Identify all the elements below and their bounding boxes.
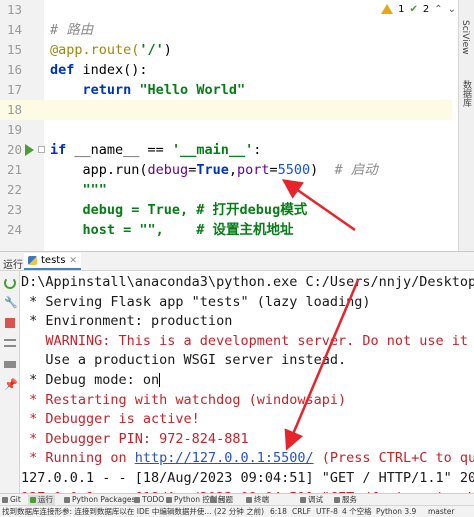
code-text: app.run(debug=True,port=5500) # 启动 xyxy=(50,162,378,178)
package-icon xyxy=(64,497,70,503)
console-line: * Serving Flask app "tests" (lazy loadin… xyxy=(21,293,371,310)
tool-tab-todo[interactable]: TODO xyxy=(134,495,164,505)
tab-database[interactable]: 数据库 xyxy=(460,80,473,107)
right-tool-strip: SciView 数据库 xyxy=(458,0,474,251)
code-text: @app.route('/') xyxy=(50,42,172,58)
console-line: Use a production WSGI server instead. xyxy=(21,352,347,369)
line-number: 13 xyxy=(6,2,22,17)
code-text: host = "", # 设置主机地址 xyxy=(50,222,294,238)
tool-tab-git[interactable]: Git xyxy=(2,495,21,505)
code-text: # 路由 xyxy=(50,22,94,38)
console-line: * Restarting with watchdog (windowsapi) xyxy=(21,391,347,408)
line-number: 20 xyxy=(6,142,22,157)
python-file-icon xyxy=(28,256,37,265)
indent-setting[interactable]: 4 个空格 xyxy=(342,507,372,517)
console-line: WARNING: This is a development server. D… xyxy=(21,332,474,349)
server-url-link[interactable]: http://127.0.0.1:5500/ xyxy=(135,450,314,466)
code-line[interactable]: 18 xyxy=(0,100,452,120)
line-number: 15 xyxy=(6,42,22,57)
tool-tab-python-packages[interactable]: Python Packages xyxy=(64,495,135,505)
console-line: * Debugger is active! xyxy=(21,411,200,428)
bottom-tool-tabs: Git 运行 Python Packages TODO Python 控制台 问… xyxy=(0,493,474,505)
line-number: 14 xyxy=(6,22,22,37)
tool-tab-run[interactable]: 运行 xyxy=(28,495,55,505)
line-number: 19 xyxy=(6,122,22,137)
debug-icon xyxy=(300,497,306,503)
code-line[interactable]: 22 """ xyxy=(0,180,452,200)
rerun-icon[interactable] xyxy=(4,277,16,289)
text-caret xyxy=(159,373,161,387)
wrench-icon[interactable]: 🔧 xyxy=(4,297,18,309)
run-toolbar: 🔧 📌 xyxy=(0,271,20,493)
run-gutter-icon[interactable] xyxy=(25,144,34,156)
tool-tab-services[interactable]: 服务 xyxy=(334,495,357,505)
line-number: 16 xyxy=(6,62,22,77)
git-icon xyxy=(2,497,8,503)
run-icon xyxy=(30,497,36,503)
code-text: if __name__ == '__main__': xyxy=(50,142,262,158)
code-editor[interactable]: 13 14 # 路由 15 @app.route('/') 16 def index(): 1… xyxy=(0,0,474,251)
line-number: 21 xyxy=(6,162,22,177)
line-separator[interactable]: CRLF xyxy=(292,507,311,517)
code-line[interactable]: 16 def index(): xyxy=(0,60,452,80)
print-icon[interactable] xyxy=(4,361,16,368)
code-line[interactable]: 14 # 路由 xyxy=(0,20,452,40)
tool-tab-debug[interactable]: 调试 xyxy=(300,495,323,505)
fold-icon[interactable] xyxy=(38,146,45,153)
close-icon[interactable]: ✕ xyxy=(69,256,77,266)
inspection-widget[interactable]: 1 ✔ 2 ⌃ ⌄ xyxy=(381,2,456,16)
line-number: 17 xyxy=(6,82,22,97)
status-message[interactable]: 找到数据库连接形参: 连接到数据库以在 IDE 中编辑数据并使... (22 分… xyxy=(2,507,264,517)
code-text: return "Hello World" xyxy=(82,82,246,98)
code-line[interactable]: 19 xyxy=(0,120,452,140)
run-console[interactable]: D:\Appinstall\anaconda3\python.exe C:/Us… xyxy=(21,271,474,493)
tool-tab-terminal[interactable]: 终端 xyxy=(246,495,269,505)
tab-sciview[interactable]: SciView xyxy=(460,20,470,55)
tab-tests-label: tests xyxy=(41,255,66,266)
warning-count: 1 xyxy=(398,3,405,15)
ok-count: 2 xyxy=(422,3,430,15)
tool-tab-problems[interactable]: 问题 xyxy=(210,495,233,505)
code-line[interactable]: 24 host = "", # 设置主机地址 xyxy=(0,220,452,240)
caret-position[interactable]: 6:18 xyxy=(270,507,287,517)
soft-wrap-icon[interactable] xyxy=(4,339,16,347)
console-line: D:\Appinstall\anaconda3\python.exe C:/Us… xyxy=(21,274,474,290)
console-line: * Running on http://127.0.0.1:5500/ (Pre… xyxy=(21,450,474,467)
code-text: """ xyxy=(82,182,107,198)
line-number: 22 xyxy=(6,182,22,197)
warning-icon xyxy=(381,4,394,14)
console-line: * Debugger PIN: 972-824-881 xyxy=(21,430,249,447)
code-line[interactable]: 23 debug = True, # 打开debug模式 xyxy=(0,200,452,220)
code-line[interactable]: 20 if __name__ == '__main__': xyxy=(0,140,452,160)
tab-tests[interactable]: tests ✕ xyxy=(24,253,81,270)
services-icon xyxy=(334,497,340,503)
python-console-icon xyxy=(166,497,172,503)
line-number: 24 xyxy=(6,222,22,237)
chevron-down-icon[interactable]: ⌄ xyxy=(448,4,456,15)
problems-icon xyxy=(210,497,216,503)
console-line: 127.0.0.1 - - [18/Aug/2023 09:04:51] "GE… xyxy=(21,470,474,486)
console-line: * Environment: production xyxy=(21,313,233,330)
console-line: * Debug mode: on xyxy=(21,372,161,388)
code-line[interactable]: 15 @app.route('/') xyxy=(0,40,452,60)
pin-icon[interactable]: 📌 xyxy=(4,379,18,391)
git-branch[interactable]: master xyxy=(428,507,454,517)
code-text: debug = True, # 打开debug模式 xyxy=(50,202,308,218)
code-text: def index(): xyxy=(50,62,148,78)
python-interpreter[interactable]: Python 3.9 xyxy=(376,507,416,517)
line-number: 18 xyxy=(6,102,22,117)
chevron-up-icon[interactable]: ⌃ xyxy=(434,4,442,15)
run-label: 运行: xyxy=(3,260,27,271)
check-icon: ✔ xyxy=(409,3,418,15)
todo-icon xyxy=(134,497,140,503)
code-line[interactable]: 17 return "Hello World" xyxy=(0,80,452,100)
status-bar: 找到数据库连接形参: 连接到数据库以在 IDE 中编辑数据并使... (22 分… xyxy=(0,505,474,517)
run-panel-header: 运行: tests ✕ xyxy=(0,251,474,271)
terminal-icon xyxy=(246,497,252,503)
stop-icon[interactable] xyxy=(5,318,15,328)
file-encoding[interactable]: UTF-8 xyxy=(316,507,338,517)
line-number: 23 xyxy=(6,202,22,217)
code-line[interactable]: 21 app.run(debug=True,port=5500) # 启动 xyxy=(0,160,452,180)
